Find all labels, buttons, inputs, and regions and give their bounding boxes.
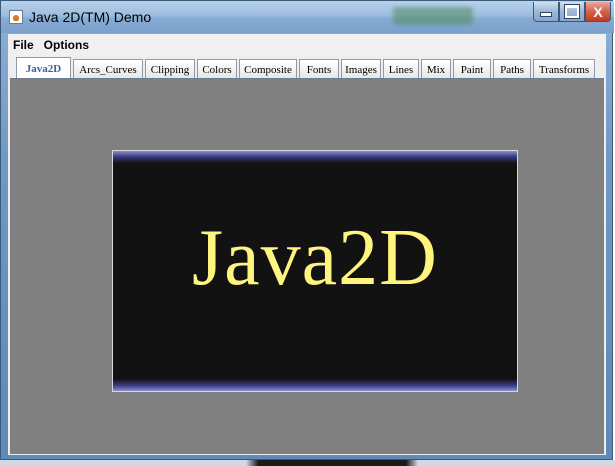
tab-colors[interactable]: Colors <box>197 59 237 79</box>
client-area: File Options Java2D Arcs_Curves Clipping… <box>8 34 606 455</box>
demo-panel: Java2D <box>10 78 604 454</box>
taskbar-edge <box>0 460 615 466</box>
tab-images[interactable]: Images <box>341 59 381 79</box>
close-button[interactable]: X <box>585 2 611 22</box>
tab-java2d[interactable]: Java2D <box>16 57 71 79</box>
tab-mix[interactable]: Mix <box>421 59 451 79</box>
banner-bottom-band <box>113 379 517 391</box>
menu-bar: File Options <box>8 34 606 56</box>
tab-fonts[interactable]: Fonts <box>299 59 339 79</box>
tab-transforms[interactable]: Transforms <box>533 59 595 79</box>
maximize-button[interactable] <box>559 2 585 22</box>
background-window-blur <box>393 7 473 25</box>
tab-strip: Java2D Arcs_Curves Clipping Colors Compo… <box>16 57 597 79</box>
menu-file[interactable]: File <box>8 34 39 56</box>
tab-clipping[interactable]: Clipping <box>145 59 195 79</box>
tab-composite[interactable]: Composite <box>239 59 297 79</box>
tab-paint[interactable]: Paint <box>453 59 491 79</box>
window-title: Java 2D(TM) Demo <box>29 9 152 25</box>
close-icon: X <box>593 3 603 20</box>
tab-lines[interactable]: Lines <box>383 59 419 79</box>
minimize-button[interactable] <box>533 2 559 22</box>
tab-paths[interactable]: Paths <box>493 59 531 79</box>
minimize-icon <box>540 12 552 17</box>
java-cup-icon[interactable] <box>9 10 23 24</box>
menu-options[interactable]: Options <box>39 34 94 56</box>
maximize-icon <box>564 4 580 19</box>
java2d-banner[interactable]: Java2D <box>112 150 518 392</box>
application-window: Java 2D(TM) Demo X File Options Java2D A… <box>0 0 614 460</box>
tab-arcs-curves[interactable]: Arcs_Curves <box>73 59 143 79</box>
banner-text: Java2D <box>192 214 438 302</box>
banner-top-band <box>113 151 517 163</box>
title-bar[interactable]: Java 2D(TM) Demo X <box>1 1 614 33</box>
